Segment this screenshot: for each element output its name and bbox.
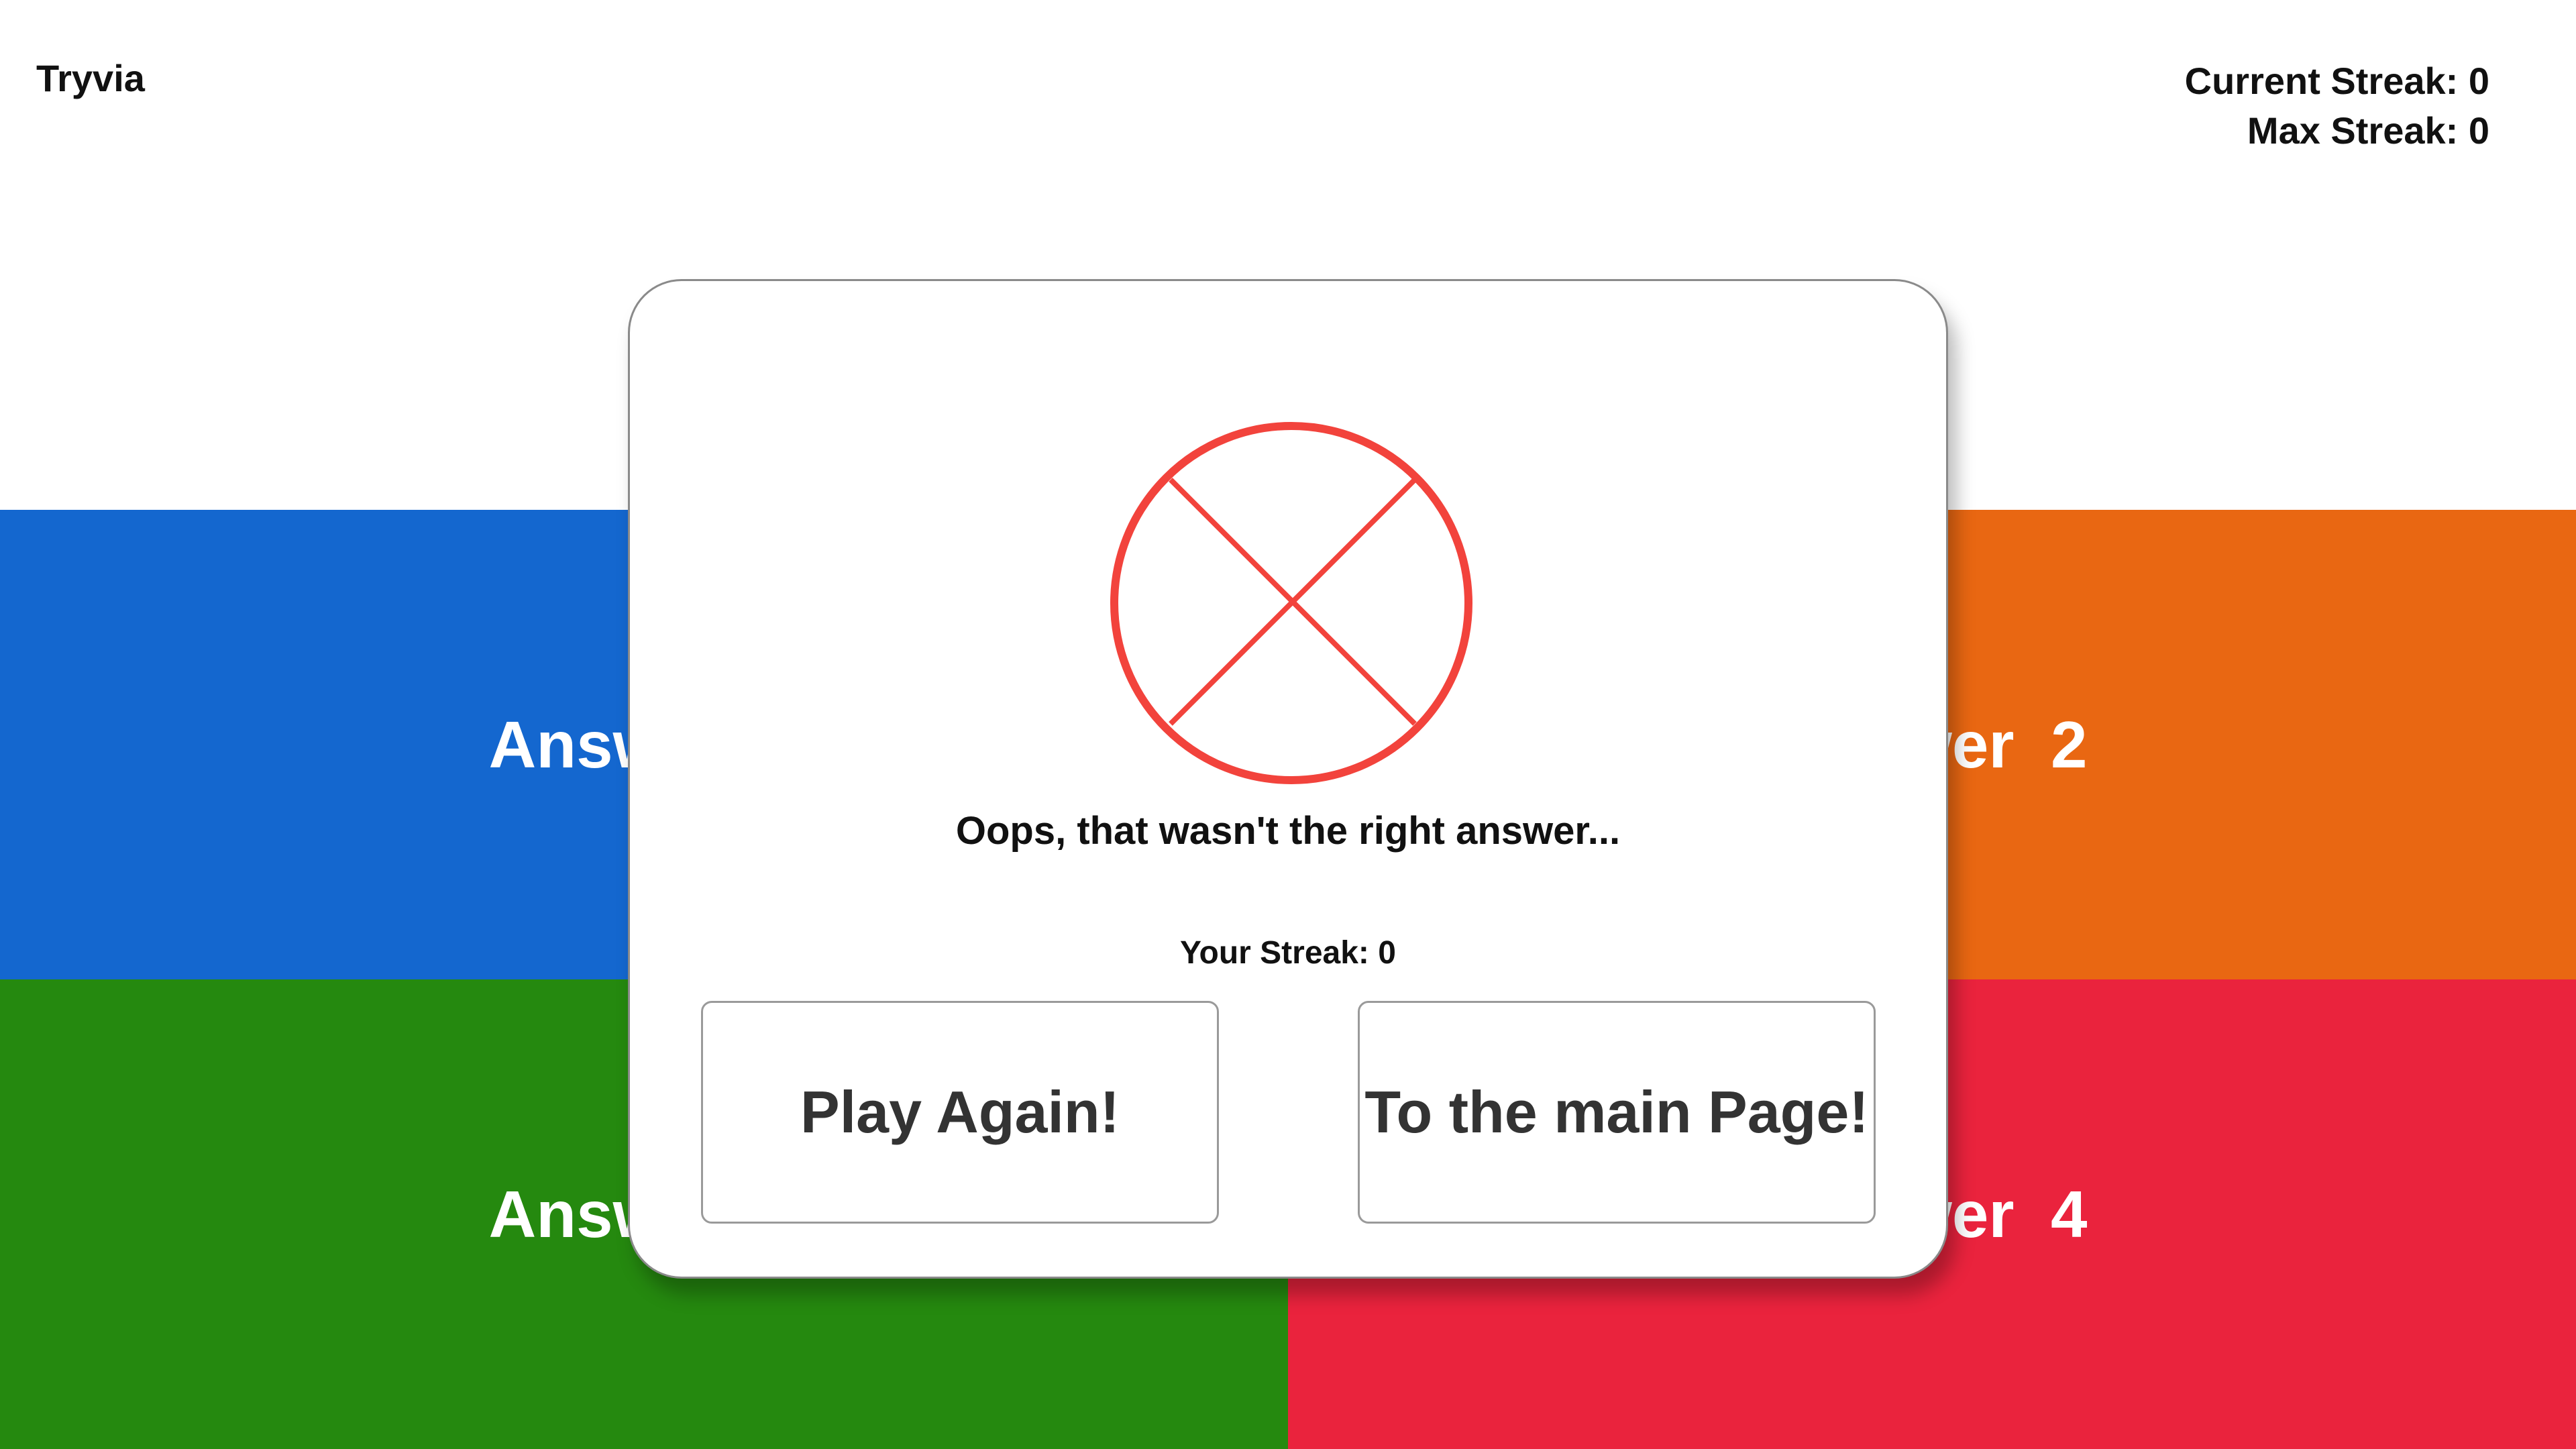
wrong-answer-dialog: Oops, that wasn't the right answer... Yo… bbox=[628, 279, 1948, 1279]
your-streak-label: Your Streak: 0 bbox=[1180, 935, 1396, 971]
streak-summary: Current Streak: 0 Max Streak: 0 bbox=[2185, 56, 2489, 156]
play-again-button[interactable]: Play Again! bbox=[701, 1001, 1219, 1224]
max-streak-label: Max Streak: 0 bbox=[2247, 109, 2489, 152]
main-page-button[interactable]: To the main Page! bbox=[1358, 1001, 1876, 1224]
result-message: Oops, that wasn't the right answer... bbox=[955, 809, 1621, 853]
current-streak-label: Current Streak: 0 bbox=[2184, 60, 2489, 102]
trivia-page: Tryvia Current Streak: 0 Max Streak: 0 A… bbox=[0, 0, 2576, 1449]
wrong-answer-x-circle-icon bbox=[1110, 422, 1472, 784]
app-title: Tryvia bbox=[36, 57, 145, 99]
